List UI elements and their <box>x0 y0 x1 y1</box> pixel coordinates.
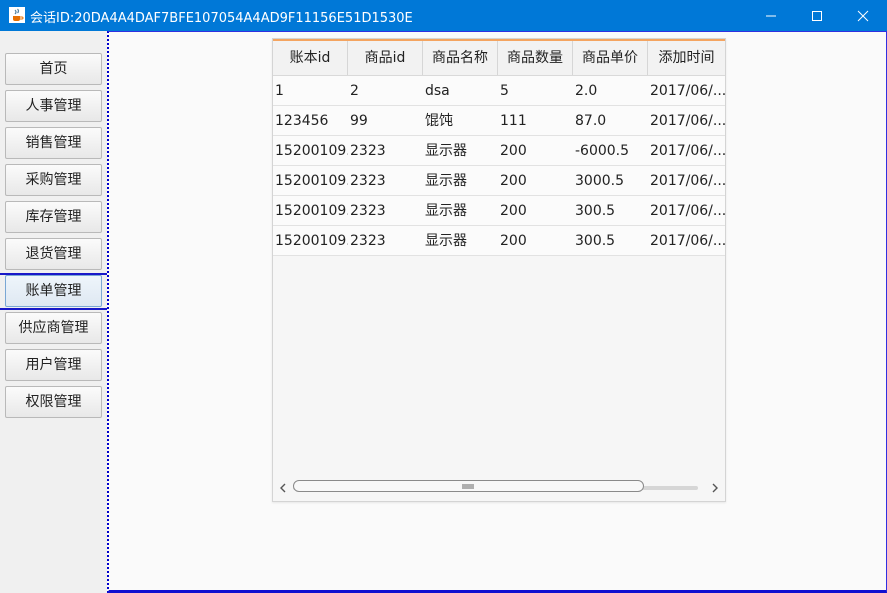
cell-unit-price: 300.5 <box>575 233 616 249</box>
table-row[interactable]: 15200109... 2323 显示器 200 -6000.5 2017/06… <box>273 136 725 166</box>
close-button[interactable] <box>840 0 886 31</box>
cell-bill-id: 15200109... <box>275 143 348 159</box>
cell-added-time: 2017/06/... <box>650 113 725 129</box>
cell-unit-price: -6000.5 <box>575 143 630 159</box>
column-header-quantity[interactable]: 商品数量 <box>498 41 573 75</box>
nav-purchase-button[interactable]: 采购管理 <box>5 164 102 196</box>
column-header-unit-price[interactable]: 商品单价 <box>573 41 648 75</box>
column-header-added-time[interactable]: 添加时间 <box>648 41 725 75</box>
cell-quantity: 200 <box>500 173 527 189</box>
close-icon <box>857 10 869 22</box>
maximize-button[interactable] <box>794 0 840 31</box>
content-panel: 账本id 商品id 商品名称 商品数量 商品单价 添加时间 1 2 dsa 5 … <box>107 31 887 593</box>
chevron-right-icon <box>712 483 718 493</box>
cell-added-time: 2017/06/... <box>650 203 725 219</box>
nav-users-button[interactable]: 用户管理 <box>5 349 102 381</box>
table-row[interactable]: 15200109... 2323 显示器 200 3000.5 2017/06/… <box>273 166 725 196</box>
maximize-icon <box>812 11 822 21</box>
nav-permissions-button[interactable]: 权限管理 <box>5 386 102 418</box>
table-row[interactable]: 123456 99 馄饨 111 87.0 2017/06/... <box>273 106 725 136</box>
table-row[interactable]: 15200109... 2323 显示器 200 300.5 2017/06/.… <box>273 226 725 256</box>
nav-returns-button[interactable]: 退货管理 <box>5 238 102 270</box>
cell-unit-price: 2.0 <box>575 83 598 99</box>
java-cup-icon <box>9 7 25 23</box>
cell-product-id: 2323 <box>350 173 386 189</box>
column-header-product-id[interactable]: 商品id <box>348 41 423 75</box>
cell-bill-id: 15200109... <box>275 203 348 219</box>
nav-personnel-button[interactable]: 人事管理 <box>5 90 102 122</box>
sidebar: 首页 人事管理 销售管理 采购管理 库存管理 退货管理 账单管理 供应商管理 用… <box>0 31 108 593</box>
cell-unit-price: 87.0 <box>575 113 607 129</box>
minimize-icon <box>766 15 776 17</box>
scroll-left-button[interactable] <box>276 481 290 495</box>
grip-icon <box>462 484 474 489</box>
table-row[interactable]: 15200109... 2323 显示器 200 300.5 2017/06/.… <box>273 196 725 226</box>
cell-unit-price: 300.5 <box>575 203 616 219</box>
cell-bill-id: 15200109... <box>275 233 348 249</box>
nav-billing-button[interactable]: 账单管理 <box>5 275 102 307</box>
cell-product-name: dsa <box>425 83 450 99</box>
column-header-product-name[interactable]: 商品名称 <box>423 41 498 75</box>
cell-product-name: 馄饨 <box>425 113 453 129</box>
table-row[interactable]: 1 2 dsa 5 2.0 2017/06/... <box>273 76 725 106</box>
nav-inventory-button[interactable]: 库存管理 <box>5 201 102 233</box>
cell-product-name: 显示器 <box>425 203 467 219</box>
scroll-thumb[interactable] <box>293 480 644 492</box>
window-title: 会话ID:20DA4A4DAF7BFE107054A4AD9F11156E51D… <box>30 11 413 26</box>
cell-quantity: 111 <box>500 113 527 129</box>
horizontal-scrollbar[interactable] <box>273 477 725 499</box>
title-bar[interactable]: 会话ID:20DA4A4DAF7BFE107054A4AD9F11156E51D… <box>0 0 887 31</box>
cell-product-name: 显示器 <box>425 173 467 189</box>
cell-quantity: 200 <box>500 203 527 219</box>
column-header-bill-id[interactable]: 账本id <box>273 41 348 75</box>
app-window: 会话ID:20DA4A4DAF7BFE107054A4AD9F11156E51D… <box>0 0 887 593</box>
cell-added-time: 2017/06/... <box>650 83 725 99</box>
cell-product-id: 2323 <box>350 203 386 219</box>
nav-home-button[interactable]: 首页 <box>5 53 102 85</box>
table-header: 账本id 商品id 商品名称 商品数量 商品单价 添加时间 <box>273 41 725 76</box>
cell-product-id: 2323 <box>350 233 386 249</box>
cell-product-name: 显示器 <box>425 143 467 159</box>
cell-product-id: 2 <box>350 83 359 99</box>
cell-added-time: 2017/06/... <box>650 143 725 159</box>
cell-product-id: 2323 <box>350 143 386 159</box>
minimize-button[interactable] <box>748 0 794 31</box>
chevron-left-icon <box>280 483 286 493</box>
cell-added-time: 2017/06/... <box>650 173 725 189</box>
active-indicator-bottom <box>0 308 108 310</box>
nav-supplier-button[interactable]: 供应商管理 <box>5 312 102 344</box>
nav-sales-button[interactable]: 销售管理 <box>5 127 102 159</box>
cell-unit-price: 3000.5 <box>575 173 624 189</box>
cell-added-time: 2017/06/... <box>650 233 725 249</box>
scroll-right-button[interactable] <box>708 481 722 495</box>
cell-quantity: 5 <box>500 83 509 99</box>
cell-bill-id: 1 <box>275 83 284 99</box>
cell-bill-id: 123456 <box>275 113 329 129</box>
cell-quantity: 200 <box>500 233 527 249</box>
billing-table: 账本id 商品id 商品名称 商品数量 商品单价 添加时间 1 2 dsa 5 … <box>272 38 726 502</box>
cell-product-name: 显示器 <box>425 233 467 249</box>
cell-bill-id: 15200109... <box>275 173 348 189</box>
cell-product-id: 99 <box>350 113 368 129</box>
cell-quantity: 200 <box>500 143 527 159</box>
